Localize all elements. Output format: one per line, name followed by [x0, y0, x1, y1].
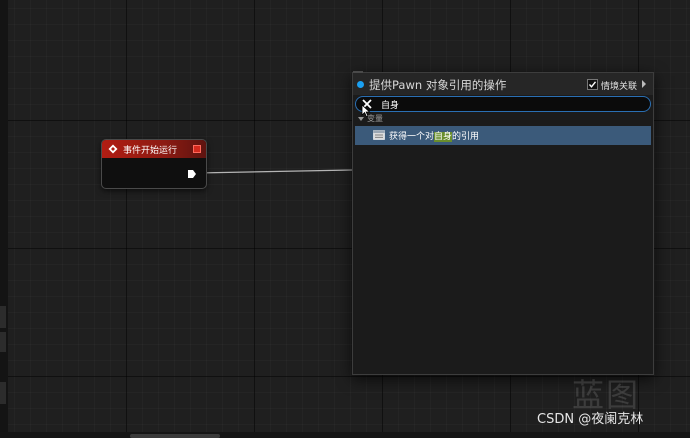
- action-label-suffix: 的引用: [452, 132, 480, 142]
- event-begin-play-node[interactable]: 事件开始运行: [101, 139, 207, 189]
- action-label: 获得一个对自身的引用: [389, 129, 479, 142]
- blueprint-action-menu: 提供Pawn 对象引用的操作 情境关联 变量: [352, 71, 654, 375]
- bottom-bar: [0, 432, 690, 438]
- delegate-pin-icon[interactable]: [193, 145, 201, 153]
- object-reference-dot-icon: [357, 81, 364, 88]
- category-variables[interactable]: 变量: [355, 113, 645, 125]
- exec-output-pin-icon[interactable]: [187, 169, 197, 179]
- horizontal-scrollbar[interactable]: [130, 434, 220, 438]
- menu-header: 提供Pawn 对象引用的操作 情境关联: [353, 73, 653, 95]
- search-input[interactable]: [381, 98, 581, 110]
- checkmark-icon: [588, 81, 597, 88]
- credit-watermark: CSDN @夜阑克林: [537, 412, 644, 427]
- search-match-highlight: 自身: [434, 132, 453, 142]
- mouse-cursor-icon: [361, 104, 371, 118]
- search-box[interactable]: [355, 96, 651, 112]
- node-title: 事件开始运行: [123, 146, 178, 156]
- context-sensitive-checkbox[interactable]: [587, 79, 598, 90]
- menu-title: 提供Pawn 对象引用的操作: [369, 78, 507, 92]
- context-sensitive-label[interactable]: 情境关联: [601, 79, 637, 92]
- action-label-prefix: 获得一个对: [389, 132, 435, 142]
- function-icon: [373, 130, 385, 140]
- node-header[interactable]: 事件开始运行: [102, 140, 206, 158]
- event-diamond-icon: [108, 144, 118, 154]
- action-get-self-reference[interactable]: 获得一个对自身的引用: [355, 126, 651, 145]
- blueprint-graph-canvas[interactable]: 事件开始运行 提供Pawn 对象引用的操作 情境关联 自身 变量 获得一个对自身…: [0, 0, 690, 438]
- expand-arrow-icon[interactable]: [642, 80, 646, 88]
